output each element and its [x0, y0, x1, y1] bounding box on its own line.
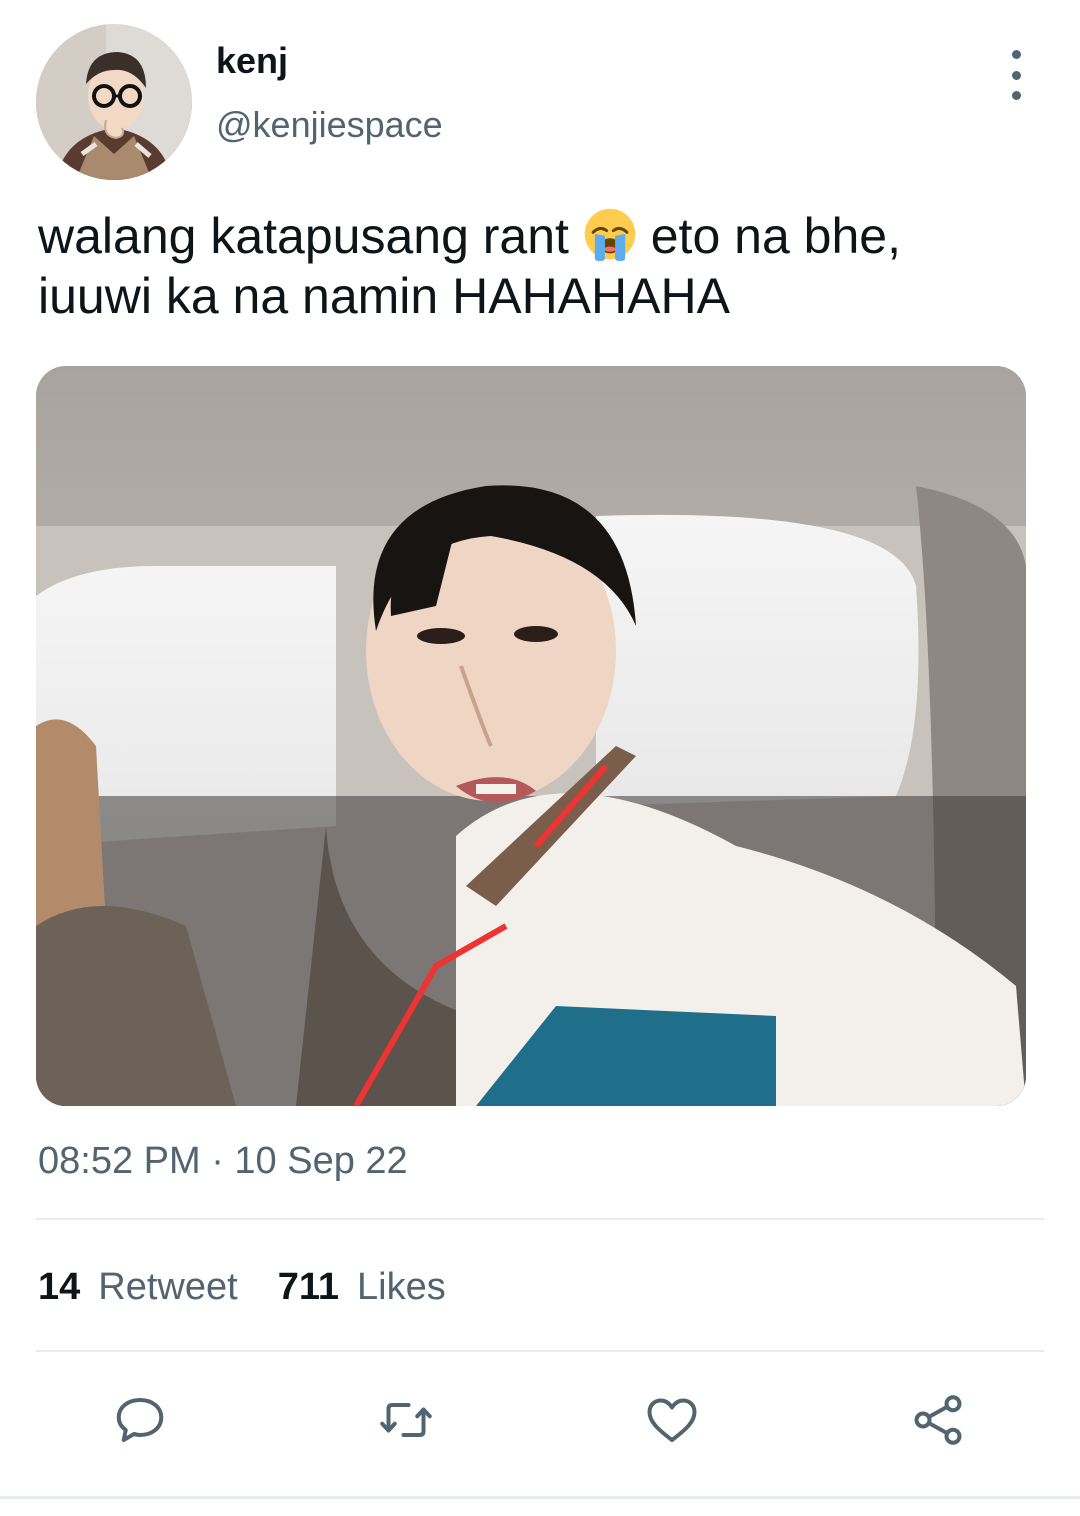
share-button[interactable]	[898, 1380, 978, 1460]
retweet-label: Retweet	[98, 1266, 238, 1308]
divider	[36, 1350, 1044, 1352]
engagement-stats: 14 Retweet 711 Likes	[38, 1266, 446, 1309]
reply-icon	[116, 1398, 164, 1442]
retweet-button[interactable]	[366, 1380, 446, 1460]
likes-count: 711	[277, 1266, 339, 1308]
tweet-text-line2: iuuwi ka na namin HAHAHAHA	[38, 268, 730, 324]
author-handle[interactable]: @kenjiespace	[216, 104, 443, 146]
likes-label: Likes	[357, 1266, 446, 1308]
tweet-timestamp[interactable]: 08:52 PM · 10 Sep 22	[38, 1140, 408, 1183]
author-display-name[interactable]: kenj	[216, 40, 288, 82]
retweet-count: 14	[38, 1266, 81, 1308]
more-dot	[1011, 91, 1021, 100]
tweet-text-part1: walang katapusang rant	[38, 208, 569, 264]
like-button[interactable]	[632, 1380, 712, 1460]
more-dot	[1011, 70, 1021, 80]
divider	[0, 1496, 1080, 1499]
avatar-image	[36, 24, 192, 180]
author-avatar[interactable]	[36, 24, 192, 180]
likes-stat[interactable]: 711 Likes	[278, 1266, 446, 1309]
retweet-icon	[380, 1403, 432, 1437]
reply-button[interactable]	[100, 1380, 180, 1460]
share-icon	[914, 1395, 962, 1445]
retweet-stat[interactable]: 14 Retweet	[38, 1266, 238, 1309]
action-bar	[0, 1380, 1080, 1460]
photo-content	[36, 366, 1026, 1106]
tweet-photo[interactable]	[36, 366, 1026, 1106]
loudly-crying-face-emoji-icon	[584, 208, 636, 261]
more-options-icon[interactable]	[996, 50, 1036, 100]
tweet-text-part2: eto na bhe,	[650, 208, 901, 264]
heart-icon	[647, 1398, 697, 1442]
more-dot	[1011, 50, 1021, 59]
tweet-text: walang katapusang rant eto na bhe, iuuwi…	[38, 206, 1048, 326]
divider	[36, 1218, 1044, 1220]
